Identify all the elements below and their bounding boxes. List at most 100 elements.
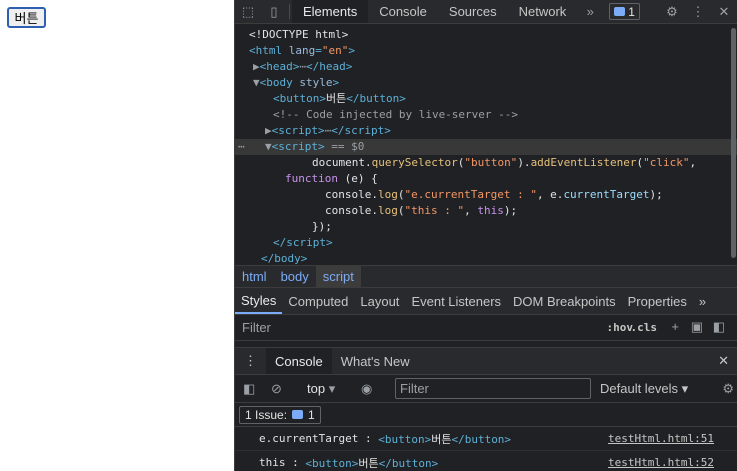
context-select[interactable]: top ▾ — [307, 381, 335, 397]
tab-event-listeners[interactable]: Event Listeners — [405, 288, 507, 314]
tag-open: <script> — [271, 140, 325, 153]
tag-open: <html — [249, 44, 283, 57]
breadcrumb-body[interactable]: body — [274, 266, 316, 288]
attr-name: style — [299, 76, 333, 89]
sidebar-toggle-icon[interactable]: ◧ — [713, 319, 725, 335]
equals: = — [315, 44, 322, 57]
code-text: (e) { — [337, 172, 378, 185]
devtools-tabbar: ⬚ ▯ Elements Console Sources Network » 1… — [235, 0, 737, 24]
levels-select[interactable]: Default levels ▾ — [600, 381, 688, 397]
log-value[interactable]: <button>버튼</button> — [378, 431, 511, 447]
tab-network[interactable]: Network — [508, 0, 578, 23]
issues-button[interactable]: 1 Issue: 1 — [239, 405, 321, 424]
more-tabs-icon[interactable]: » — [693, 288, 712, 314]
settings-icon[interactable]: ⚙ — [659, 4, 685, 20]
scrollbar[interactable] — [731, 28, 736, 258]
page: 버튼 ⬚ ▯ Elements Console Sources Network … — [0, 0, 737, 471]
more-tabs-icon[interactable]: » — [577, 0, 603, 23]
styles-filter-input[interactable]: Filter — [242, 320, 271, 335]
devtools-panel: ⬚ ▯ Elements Console Sources Network » 1… — [234, 0, 737, 471]
tag-name: button — [359, 92, 400, 105]
kebab-icon[interactable]: ⋮ — [235, 348, 266, 374]
source-link[interactable]: testHtml.html:52 — [608, 456, 714, 469]
settings-icon[interactable]: ⚙ — [722, 381, 734, 397]
cls-toggle[interactable]: .cls — [631, 321, 658, 334]
clear-console-icon[interactable]: ⊘ — [271, 381, 282, 397]
breadcrumb: html body script — [235, 265, 737, 288]
code-fn: addEventListener — [530, 156, 637, 169]
paint-icon[interactable]: ▣ — [691, 319, 703, 335]
tree-line[interactable]: ▶<script>⋯</script> — [235, 123, 737, 139]
ellipsis-icon[interactable]: ⋯ — [299, 60, 306, 73]
tree-line[interactable]: </script> — [235, 235, 737, 251]
tree-line[interactable]: </body> — [235, 251, 737, 265]
code-line: console.log("e.currentTarget : ", e.curr… — [325, 188, 663, 201]
styles-tabbar: Styles Computed Layout Event Listeners D… — [235, 288, 737, 315]
tree-line[interactable]: <!DOCTYPE html> — [235, 27, 737, 43]
close-icon[interactable]: ✕ — [711, 4, 737, 20]
breadcrumb-script[interactable]: script — [315, 265, 361, 288]
tree-line[interactable]: ▶<head>⋯</head> — [235, 59, 737, 75]
issues-bar: 1 Issue: 1 — [235, 403, 737, 427]
hov-toggle[interactable]: :hov — [607, 321, 634, 334]
tab-styles[interactable]: Styles — [235, 288, 283, 314]
close-icon[interactable]: ✕ — [709, 348, 737, 374]
tab-whats-new[interactable]: What's New — [332, 348, 419, 374]
collapse-arrow-icon[interactable]: ▼ — [265, 140, 272, 153]
tab-elements[interactable]: Elements — [292, 0, 369, 23]
eye-icon[interactable]: ◉ — [361, 381, 372, 397]
tree-line-selected[interactable]: ⋯ ▼<script> == $0 — [235, 139, 737, 155]
context-label: top — [307, 381, 326, 396]
expand-arrow-icon[interactable]: ▶ — [253, 60, 260, 73]
tag-close: </script> — [273, 236, 333, 249]
sidebar-toggle-icon[interactable]: ◧ — [243, 381, 255, 397]
elements-tree: <!DOCTYPE html> <html lang="en"> ▶<head>… — [235, 24, 737, 265]
log-value[interactable]: <button>버튼</button> — [305, 455, 438, 471]
tab-sources[interactable]: Sources — [438, 0, 508, 23]
expand-arrow-icon[interactable]: ▶ — [265, 124, 272, 137]
inspect-icon[interactable]: ⬚ — [235, 0, 261, 23]
tag-open: <head> — [259, 60, 300, 73]
tree-line[interactable]: <!-- Code injected by live-server --> — [235, 107, 737, 123]
issues-count: 1 — [308, 407, 315, 422]
breadcrumb-html[interactable]: html — [235, 266, 274, 288]
device-icon[interactable]: ▯ — [261, 0, 287, 23]
row-menu-icon[interactable]: ⋯ — [238, 139, 245, 155]
new-style-rule-icon[interactable]: + — [671, 319, 679, 334]
tag-name: head — [319, 60, 346, 73]
console-filter-input[interactable]: Filter — [395, 378, 591, 399]
tree-line[interactable]: <button>버튼</button> — [235, 91, 737, 107]
tag-name: body — [274, 252, 301, 265]
rendered-page: 버튼 — [0, 0, 234, 471]
collapse-arrow-icon[interactable]: ▼ — [253, 76, 260, 89]
code-text: , e. — [536, 188, 564, 201]
drawer-tabbar: ⋮ Console What's New ✕ — [235, 348, 737, 375]
message-icon — [614, 7, 626, 16]
code-prop: currentTarget — [563, 188, 650, 201]
kebab-icon[interactable]: ⋮ — [685, 4, 711, 20]
code-fn: querySelector — [371, 156, 458, 169]
tag-close: > — [348, 44, 355, 57]
code-text: }); — [312, 220, 332, 233]
tab-dom-breakpoints[interactable]: DOM Breakpoints — [507, 288, 622, 314]
page-button[interactable]: 버튼 — [7, 7, 46, 28]
console-toolbar: ◧ ⊘ top ▾ ◉ Filter Default levels ▾ ⚙ — [235, 375, 737, 403]
source-link[interactable]: testHtml.html:51 — [608, 432, 714, 445]
tab-console[interactable]: Console — [368, 0, 438, 23]
tab-computed[interactable]: Computed — [282, 288, 354, 314]
code-line: function (e) { — [235, 171, 737, 187]
code-string: "click" — [643, 156, 690, 169]
code-line: document.querySelector("button").addEven… — [312, 156, 697, 169]
log-label: e.currentTarget : — [259, 432, 379, 445]
tab-console-drawer[interactable]: Console — [266, 348, 332, 374]
tag-close: </button> — [346, 92, 406, 105]
console-drawer: ⋮ Console What's New ✕ ◧ ⊘ top ▾ ◉ Filte… — [235, 347, 737, 471]
tab-properties[interactable]: Properties — [622, 288, 693, 314]
code-line: console.log("this : ", this); — [325, 204, 518, 217]
tab-layout[interactable]: Layout — [354, 288, 405, 314]
code-line: }); — [235, 219, 737, 235]
tree-line[interactable]: ▼<body style> — [235, 75, 737, 91]
issues-badge[interactable]: 1 — [609, 3, 640, 20]
code-fn: log — [377, 188, 398, 201]
tree-line[interactable]: <html lang="en"> — [235, 43, 737, 59]
